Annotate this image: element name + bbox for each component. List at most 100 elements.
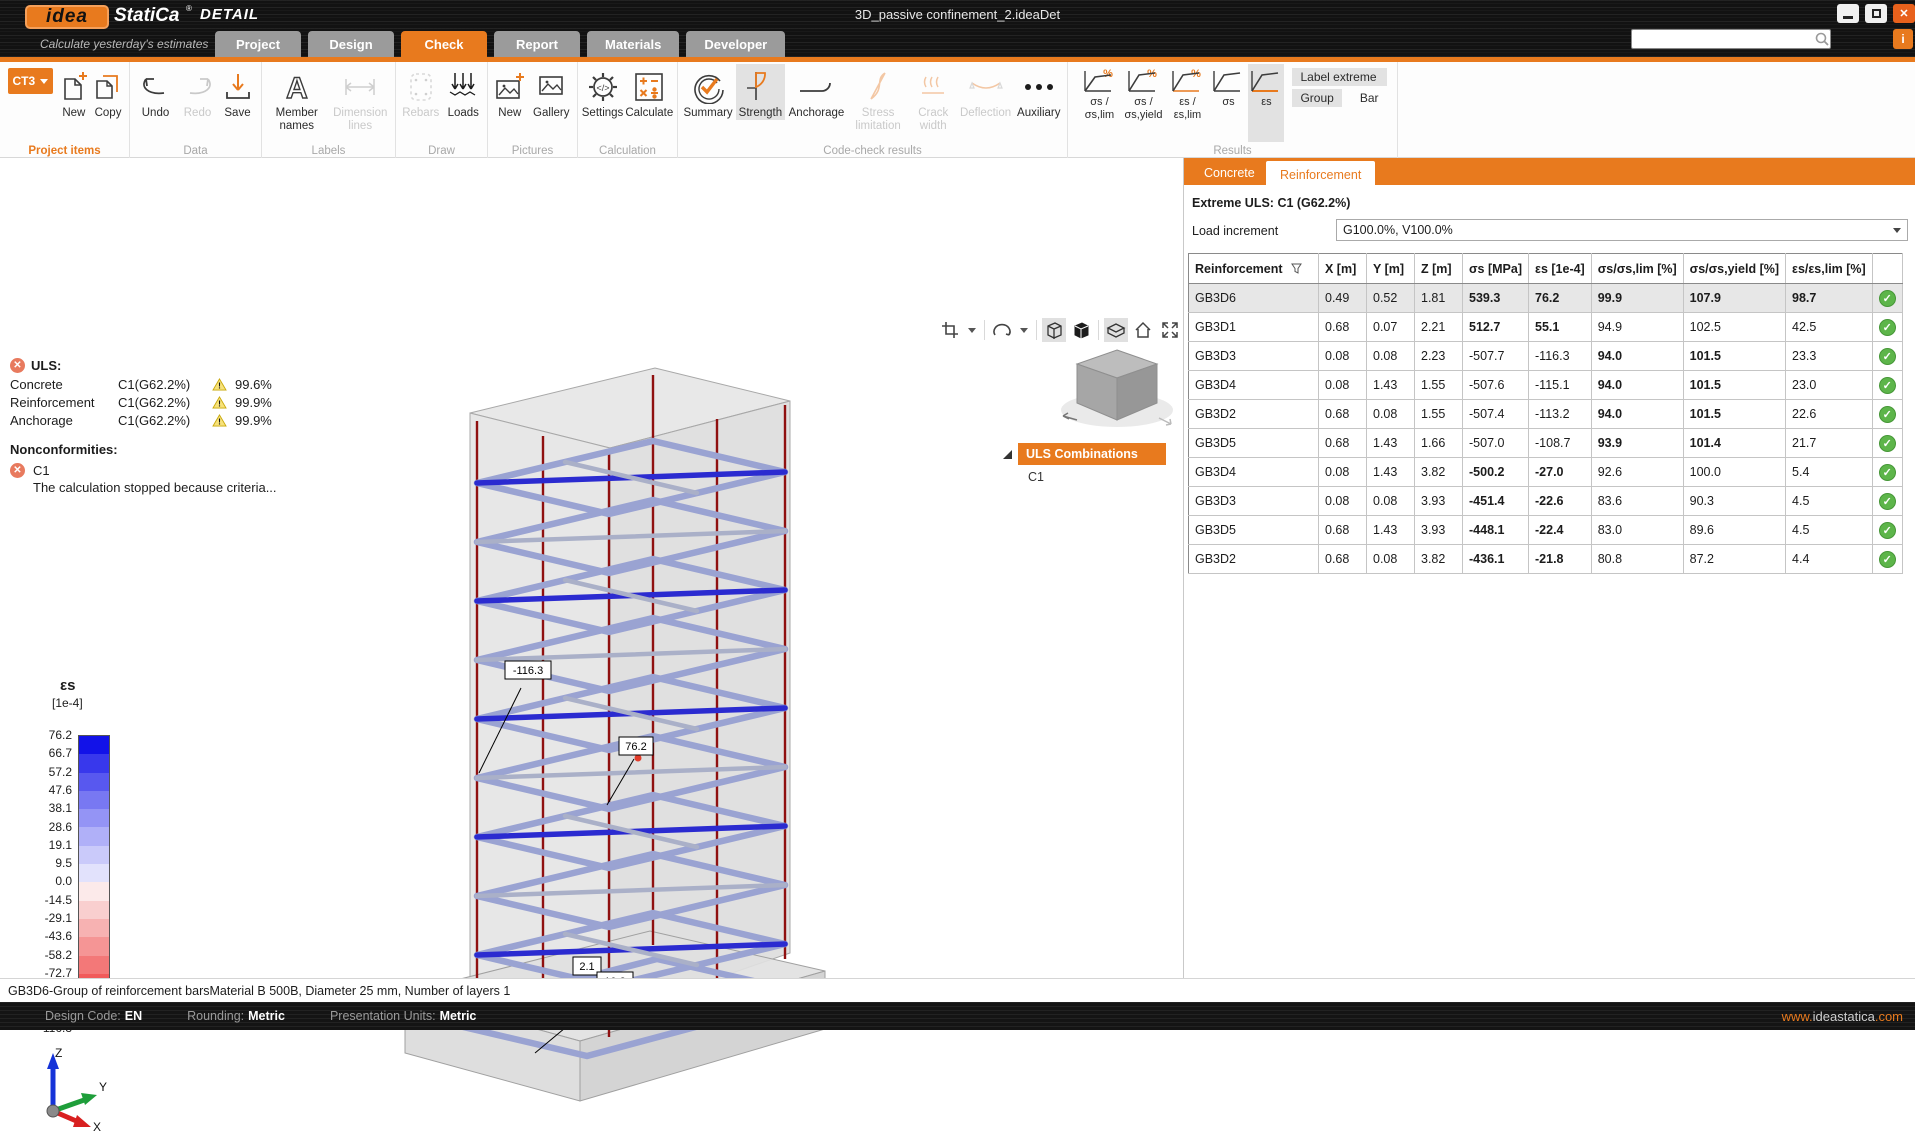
- table-cell[interactable]: 101.5: [1683, 342, 1785, 371]
- table-cell[interactable]: 93.9: [1591, 429, 1683, 458]
- search-input[interactable]: [1632, 33, 1814, 45]
- label-extreme-toggle[interactable]: Label extreme: [1292, 68, 1386, 86]
- table-cell[interactable]: GB3D5: [1189, 429, 1319, 458]
- table-cell[interactable]: 0.08: [1367, 487, 1415, 516]
- table-cell[interactable]: 83.0: [1591, 516, 1683, 545]
- zoom-extents-button[interactable]: [1158, 318, 1182, 342]
- gallery-button[interactable]: Gallery: [530, 64, 573, 120]
- table-cell[interactable]: -113.2: [1529, 400, 1592, 429]
- anchorage-button[interactable]: Anchorage: [787, 64, 847, 120]
- table-cell[interactable]: 3.93: [1415, 516, 1463, 545]
- table-cell[interactable]: 94.0: [1591, 342, 1683, 371]
- project-item-selector[interactable]: CT3: [8, 68, 53, 94]
- redo-button[interactable]: Redo: [179, 64, 217, 120]
- column-header[interactable]: Y [m]: [1367, 254, 1415, 284]
- table-cell[interactable]: 1.43: [1367, 429, 1415, 458]
- table-cell[interactable]: -21.8: [1529, 545, 1592, 574]
- table-cell[interactable]: 87.2: [1683, 545, 1785, 574]
- solid-view-button[interactable]: [1069, 318, 1093, 342]
- result-ss-ssyield-button[interactable]: % σs /σs,yield: [1122, 64, 1164, 121]
- table-cell[interactable]: 21.7: [1786, 429, 1873, 458]
- rebars-button[interactable]: Rebars: [400, 64, 441, 120]
- table-cell[interactable]: 1.43: [1367, 516, 1415, 545]
- table-cell[interactable]: 0.52: [1367, 284, 1415, 313]
- crop-options-button[interactable]: [965, 318, 979, 342]
- tab-concrete[interactable]: Concrete: [1190, 161, 1269, 185]
- table-row[interactable]: GB3D40.081.431.55-507.6-115.194.0101.523…: [1189, 371, 1903, 400]
- loads-button[interactable]: Loads: [443, 64, 483, 120]
- table-row[interactable]: GB3D30.080.082.23-507.7-116.394.0101.523…: [1189, 342, 1903, 371]
- units-setting[interactable]: Presentation Units:Metric: [330, 1009, 476, 1023]
- tab-check[interactable]: Check: [401, 31, 487, 57]
- nonconformity-item[interactable]: ✕C1: [10, 463, 340, 478]
- table-row[interactable]: GB3D50.681.433.93-448.1-22.483.089.64.5✓: [1189, 516, 1903, 545]
- uls-combinations-header[interactable]: ULS Combinations: [1018, 443, 1166, 465]
- result-ss-sslim-button[interactable]: % σs /σs,lim: [1078, 64, 1120, 121]
- member-names-button[interactable]: A Member names: [266, 64, 328, 133]
- table-cell[interactable]: GB3D4: [1189, 458, 1319, 487]
- copy-button[interactable]: Copy: [91, 64, 125, 120]
- table-cell[interactable]: 22.6: [1786, 400, 1873, 429]
- tab-project[interactable]: Project: [215, 31, 301, 57]
- crack-width-button[interactable]: Crack width: [910, 64, 957, 133]
- table-cell[interactable]: GB3D5: [1189, 516, 1319, 545]
- table-cell[interactable]: 4.5: [1786, 516, 1873, 545]
- summary-button[interactable]: Summary: [682, 64, 734, 120]
- table-row[interactable]: GB3D20.680.083.82-436.1-21.880.887.24.4✓: [1189, 545, 1903, 574]
- combination-item[interactable]: C1: [1018, 465, 1166, 484]
- table-cell[interactable]: 0.08: [1319, 371, 1367, 400]
- design-code-setting[interactable]: Design Code:EN: [45, 1009, 142, 1023]
- table-cell[interactable]: 0.08: [1367, 342, 1415, 371]
- table-cell[interactable]: 0.08: [1319, 487, 1367, 516]
- website-link[interactable]: www.ideastatica.com: [1782, 1009, 1903, 1024]
- table-cell[interactable]: 3.82: [1415, 545, 1463, 574]
- strength-button[interactable]: Strength: [736, 64, 784, 120]
- table-cell[interactable]: GB3D1: [1189, 313, 1319, 342]
- home-view-button[interactable]: [1131, 318, 1155, 342]
- close-button[interactable]: ✕: [1893, 4, 1915, 23]
- table-cell[interactable]: 42.5: [1786, 313, 1873, 342]
- table-cell[interactable]: 80.8: [1591, 545, 1683, 574]
- table-cell[interactable]: 1.43: [1367, 371, 1415, 400]
- table-cell[interactable]: 0.08: [1319, 342, 1367, 371]
- bar-toggle[interactable]: Bar: [1352, 89, 1387, 107]
- minimize-button[interactable]: [1837, 4, 1859, 23]
- column-header[interactable]: σs [MPa]: [1463, 254, 1529, 284]
- table-cell[interactable]: GB3D4: [1189, 371, 1319, 400]
- column-header[interactable]: εs [1e-4]: [1529, 254, 1592, 284]
- table-cell[interactable]: GB3D2: [1189, 400, 1319, 429]
- info-button[interactable]: i: [1893, 29, 1913, 49]
- table-cell[interactable]: -115.1: [1529, 371, 1592, 400]
- column-header[interactable]: Z [m]: [1415, 254, 1463, 284]
- tab-report[interactable]: Report: [494, 31, 580, 57]
- column-header[interactable]: Reinforcement: [1189, 254, 1319, 284]
- table-cell[interactable]: 94.9: [1591, 313, 1683, 342]
- table-cell[interactable]: 0.08: [1319, 458, 1367, 487]
- table-cell[interactable]: -507.4: [1463, 400, 1529, 429]
- column-header[interactable]: εs/εs,lim [%]: [1786, 254, 1873, 284]
- tab-reinforcement[interactable]: Reinforcement: [1266, 161, 1375, 188]
- table-cell[interactable]: 94.0: [1591, 371, 1683, 400]
- section-view-button[interactable]: [1104, 318, 1128, 342]
- settings-button[interactable]: </> Settings: [582, 64, 624, 120]
- table-cell[interactable]: 4.5: [1786, 487, 1873, 516]
- table-cell[interactable]: 4.4: [1786, 545, 1873, 574]
- navigation-cube[interactable]: [1055, 340, 1180, 440]
- table-cell[interactable]: 3.93: [1415, 487, 1463, 516]
- new-picture-button[interactable]: New: [492, 64, 528, 120]
- stress-limitation-button[interactable]: Stress limitation: [848, 64, 908, 133]
- auxiliary-button[interactable]: Auxiliary: [1015, 64, 1063, 120]
- table-cell[interactable]: 101.5: [1683, 371, 1785, 400]
- table-row[interactable]: GB3D30.080.083.93-451.4-22.683.690.34.5✓: [1189, 487, 1903, 516]
- table-cell[interactable]: 23.3: [1786, 342, 1873, 371]
- table-cell[interactable]: GB3D6: [1189, 284, 1319, 313]
- table-row[interactable]: GB3D50.681.431.66-507.0-108.793.9101.421…: [1189, 429, 1903, 458]
- table-cell[interactable]: -500.2: [1463, 458, 1529, 487]
- table-cell[interactable]: 0.49: [1319, 284, 1367, 313]
- table-cell[interactable]: 0.68: [1319, 429, 1367, 458]
- table-cell[interactable]: 3.82: [1415, 458, 1463, 487]
- table-cell[interactable]: 512.7: [1463, 313, 1529, 342]
- table-cell[interactable]: 55.1: [1529, 313, 1592, 342]
- deflection-button[interactable]: Deflection: [959, 64, 1013, 120]
- result-es-button[interactable]: εs: [1248, 64, 1284, 142]
